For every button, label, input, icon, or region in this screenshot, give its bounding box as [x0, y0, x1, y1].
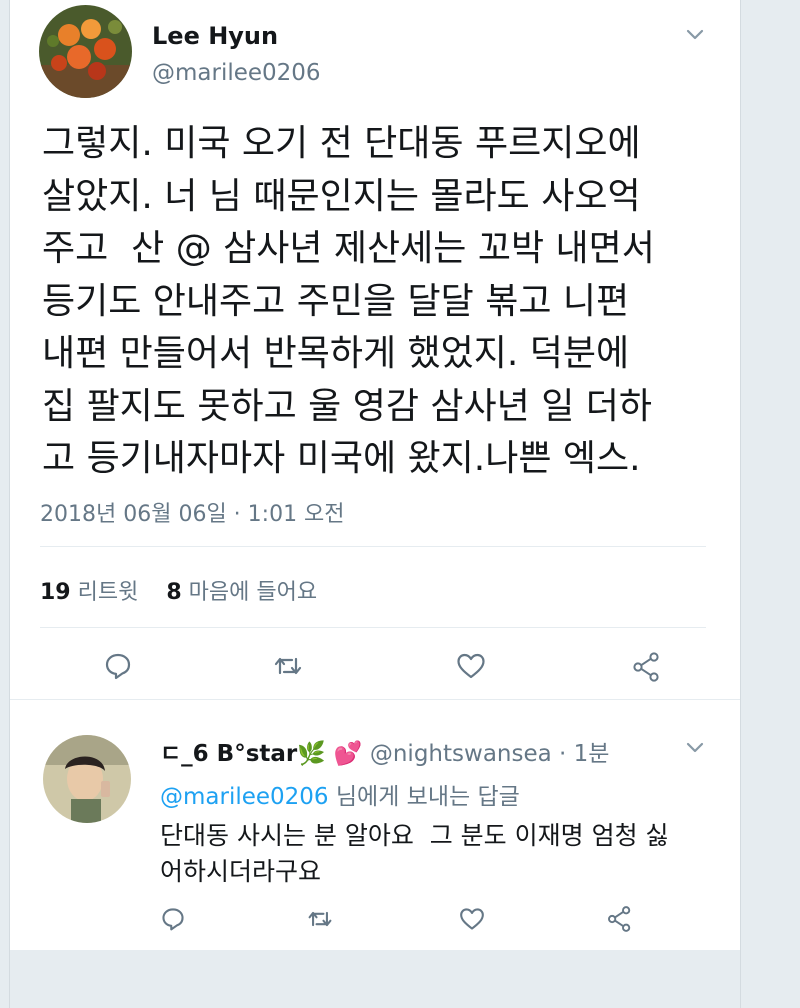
heart-icon — [457, 653, 485, 679]
retweet-count[interactable]: 19 — [40, 580, 71, 605]
tweet-stats: 19 리트윗 8 마음에 들어요 — [40, 574, 317, 606]
reply-icon — [105, 653, 131, 680]
tweet-text-line: 살았지. 너 님 때문인지는 몰라도 사오억 — [42, 175, 641, 217]
user-handle[interactable]: @marilee0206 — [152, 60, 321, 86]
share-icon — [633, 652, 659, 682]
reply-button[interactable] — [103, 651, 133, 685]
like-count[interactable]: 8 — [166, 580, 181, 605]
reply-reply-button[interactable] — [160, 906, 186, 936]
share-icon — [608, 906, 631, 932]
tweet-text-line: 집 팔지도 못하고 울 영감 삼사년 일 더하 — [42, 385, 653, 427]
tweet-text-line: 주고 산 @ 삼사년 제산세는 꼬박 내면서 — [42, 228, 655, 269]
reply-icon — [162, 908, 184, 931]
reply-user-handle[interactable]: @nightswansea — [370, 741, 552, 767]
like-label[interactable]: 마음에 들어요 — [189, 580, 317, 605]
right-edge — [740, 0, 800, 1008]
reply-retweet-button[interactable] — [306, 906, 334, 936]
reply-share-button[interactable] — [606, 905, 634, 937]
reply-header: ㄷ_6 B°star🌿 💕 @nightswansea · 1분 — [160, 734, 609, 768]
reply-to-line: @marilee0206 님에게 보내는 답글 — [160, 777, 520, 811]
tweet-text-line: 그렇지. 미국 오기 전 단대동 푸르지오에 — [42, 123, 641, 164]
reply-avatar[interactable] — [43, 735, 131, 823]
divider — [40, 546, 706, 547]
avatar[interactable] — [39, 5, 132, 98]
chevron-down-icon[interactable] — [684, 23, 706, 45]
reply-display-name[interactable]: ㄷ_6 B°star🌿 💕 — [160, 741, 363, 767]
reply-text-line: 어하시더라구요 — [160, 857, 322, 886]
left-edge — [0, 0, 10, 1008]
tweet-text-line: 내편 만들어서 반목하게 했었지. 덕분에 — [42, 333, 630, 374]
retweet-icon — [274, 657, 302, 675]
heart-icon — [460, 908, 484, 930]
chevron-down-icon[interactable] — [684, 736, 706, 758]
reply-to-mention[interactable]: @marilee0206 — [160, 784, 329, 810]
reply-to-suffix: 님에게 보내는 답글 — [328, 784, 520, 810]
retweet-icon — [308, 911, 332, 927]
divider — [40, 627, 706, 628]
reply-text-line: 단대동 사시는 분 알아요 그 분도 이재명 엄청 싫 — [160, 821, 669, 850]
timeline-gap — [10, 955, 740, 1008]
share-button[interactable] — [631, 651, 663, 687]
tweet-text-line: 등기도 안내주고 주민을 달달 볶고 니편 — [42, 280, 630, 322]
reply-like-button[interactable] — [458, 906, 486, 936]
tweet-text: 그렇지. 미국 오기 전 단대동 푸르지오에 살았지. 너 님 때문인지는 몰라… — [42, 118, 722, 486]
retweet-label[interactable]: 리트윗 — [78, 580, 139, 605]
reply-time[interactable]: · 1분 — [559, 741, 609, 767]
retweet-button[interactable] — [272, 651, 304, 685]
like-button[interactable] — [455, 651, 487, 685]
tweet-text-line: 고 등기내자마자 미국에 왔지.나쁜 엑스. — [42, 438, 641, 479]
display-name[interactable]: Lee Hyun — [152, 22, 278, 50]
reply-text: 단대동 사시는 분 알아요 그 분도 이재명 엄청 싫 어하시더라구요 — [160, 818, 720, 890]
timestamp[interactable]: 2018년 06월 06일 · 1:01 오전 — [40, 496, 345, 528]
